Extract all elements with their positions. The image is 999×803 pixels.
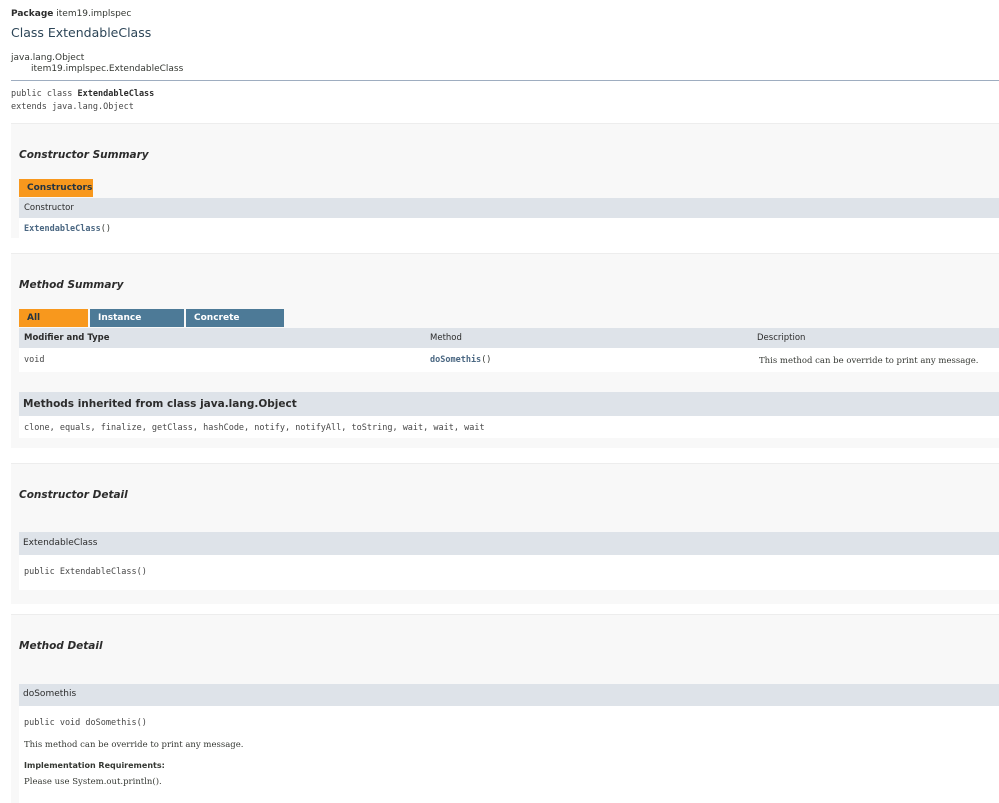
package-line: Package item19.implspec bbox=[11, 9, 131, 19]
column-modifier: Modifier and Type bbox=[24, 333, 110, 343]
inherited-methods-title: Methods inherited from class java.lang.O… bbox=[23, 398, 297, 410]
method-detail-body: public void doSomethis() This method can… bbox=[19, 706, 999, 803]
constructor-summary-section: Constructor Summary Constructors Constru… bbox=[11, 123, 999, 240]
inherited-methods-header: Methods inherited from class java.lang.O… bbox=[19, 392, 999, 416]
constructor-cell: ExtendableClass() bbox=[24, 224, 111, 234]
implementation-requirements-text: Please use System.out.println(). bbox=[24, 777, 162, 787]
tab-constructors[interactable]: Constructors bbox=[19, 179, 93, 197]
method-modifier: void bbox=[24, 355, 45, 365]
method-detail-name: doSomethis bbox=[23, 689, 77, 699]
tab-all-methods[interactable]: All Methods bbox=[19, 309, 88, 341]
header-divider bbox=[11, 80, 999, 81]
inherited-methods-body: clone, equals, finalize, getClass, hashC… bbox=[19, 416, 999, 438]
implementation-requirements-label: Implementation Requirements: bbox=[24, 761, 165, 770]
method-link[interactable]: doSomethis bbox=[430, 355, 481, 365]
constructor-detail-section: Constructor Detail ExtendableClass publi… bbox=[11, 463, 999, 604]
column-constructor: Constructor bbox=[24, 203, 74, 213]
method-detail-title: Method Detail bbox=[19, 640, 103, 652]
constructor-detail-header: ExtendableClass bbox=[19, 532, 999, 555]
inheritance-root: java.lang.Object bbox=[11, 53, 85, 63]
method-description: This method can be override to print any… bbox=[759, 356, 979, 366]
tab-concrete-methods[interactable]: Concrete Methods bbox=[186, 309, 284, 341]
package-label: Package bbox=[11, 9, 54, 19]
table-row: ExtendableClass() bbox=[19, 218, 999, 240]
method-summary-section: Method Summary All Methods Instance Meth… bbox=[11, 253, 999, 448]
method-detail-description: This method can be override to print any… bbox=[24, 740, 244, 750]
tab-instance-methods[interactable]: Instance Methods bbox=[90, 309, 184, 341]
class-extends: extends java.lang.Object bbox=[11, 102, 134, 112]
constructor-summary-title: Constructor Summary bbox=[19, 149, 149, 161]
table-row: void doSomethis() This method can be ove… bbox=[19, 348, 999, 372]
constructor-detail-body: public ExtendableClass() bbox=[19, 555, 999, 590]
method-table-header: Modifier and Type Method Description bbox=[19, 328, 999, 348]
method-detail-header: doSomethis bbox=[19, 684, 999, 706]
method-summary-title: Method Summary bbox=[19, 279, 124, 291]
signature-class-name: ExtendableClass bbox=[77, 89, 155, 99]
column-description: Description bbox=[757, 333, 806, 343]
package-name: item19.implspec bbox=[56, 9, 132, 19]
method-detail-section: Method Detail doSomethis public void doS… bbox=[11, 614, 999, 803]
class-signature: public class ExtendableClass bbox=[11, 89, 154, 99]
constructor-detail-name: ExtendableClass bbox=[23, 538, 98, 548]
constructor-detail-title: Constructor Detail bbox=[19, 489, 128, 501]
constructor-table-header: Constructor bbox=[19, 198, 999, 218]
method-params: () bbox=[481, 355, 492, 365]
inherited-methods-list: clone, equals, finalize, getClass, hashC… bbox=[24, 423, 485, 433]
column-method: Method bbox=[430, 333, 462, 343]
signature-prefix: public class bbox=[11, 89, 78, 99]
method-detail-signature: public void doSomethis() bbox=[24, 718, 147, 728]
constructor-link[interactable]: ExtendableClass bbox=[24, 224, 101, 234]
constructor-params: () bbox=[100, 224, 112, 234]
inheritance-child: item19.implspec.ExtendableClass bbox=[31, 64, 184, 74]
method-cell: doSomethis() bbox=[430, 355, 491, 365]
page-title: Class ExtendableClass bbox=[11, 25, 152, 40]
constructor-detail-signature: public ExtendableClass() bbox=[24, 567, 147, 577]
